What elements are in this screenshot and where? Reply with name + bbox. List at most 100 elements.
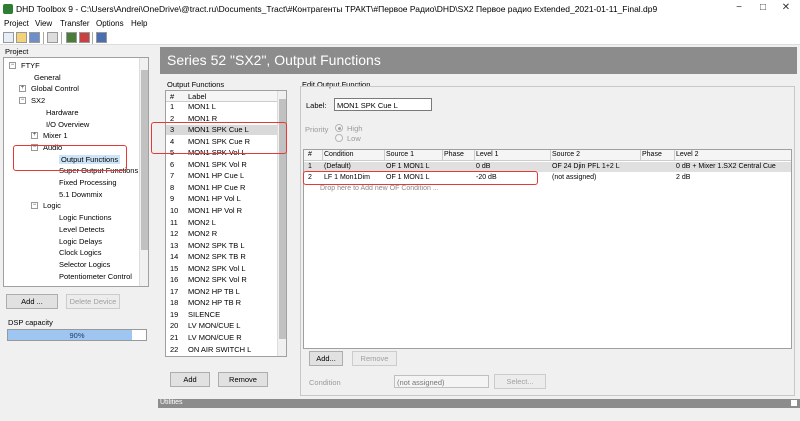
page-header: Series 52 "SX2", Output Functions bbox=[160, 47, 797, 74]
drop-hint[interactable]: Drop here to Add new OF Condition ... bbox=[320, 185, 439, 192]
highlight-output-functions bbox=[13, 145, 127, 171]
column-header[interactable]: Condition bbox=[324, 151, 354, 158]
column-header[interactable]: Phase bbox=[642, 151, 662, 158]
dsp-capacity-title: DSP capacity bbox=[8, 318, 53, 327]
column-header[interactable]: Level 1 bbox=[476, 151, 499, 158]
priority-low-label: Low bbox=[347, 134, 361, 143]
list-item[interactable]: 12 MON2 R bbox=[166, 229, 277, 239]
tree-item[interactable]: Selector Logics bbox=[59, 260, 110, 269]
print-icon[interactable] bbox=[47, 32, 58, 43]
tree-item[interactable]: Clock Logics bbox=[59, 248, 102, 257]
tree-item[interactable]: SX2 bbox=[31, 96, 45, 105]
column-header[interactable]: # bbox=[308, 151, 312, 158]
utilities-toggle-icon[interactable] bbox=[791, 400, 797, 406]
list-item[interactable]: 7 MON1 HP Cue L bbox=[166, 171, 277, 181]
minimize-icon[interactable]: − bbox=[733, 2, 745, 16]
label-input[interactable]: MON1 SPK Cue L bbox=[334, 98, 432, 111]
list-item[interactable]: 15 MON2 SPK Vol L bbox=[166, 264, 277, 274]
column-divider bbox=[322, 150, 323, 161]
tree-expander-icon[interactable]: + bbox=[31, 132, 38, 140]
info-icon[interactable] bbox=[96, 32, 107, 43]
list-item-label: MON2 L bbox=[188, 217, 216, 227]
delete-device-button[interactable]: Delete Device bbox=[66, 294, 120, 309]
tree-item[interactable]: Logic Functions bbox=[59, 213, 112, 222]
list-item[interactable]: 17 MON2 HP TB L bbox=[166, 287, 277, 297]
list-item[interactable]: 13 MON2 SPK TB L bbox=[166, 241, 277, 251]
tree-item[interactable]: Logic bbox=[43, 201, 61, 210]
save-icon[interactable] bbox=[29, 32, 40, 43]
list-item[interactable]: 16 MON2 SPK Vol R bbox=[166, 275, 277, 285]
list-item[interactable]: 8 MON1 HP Cue R bbox=[166, 183, 277, 193]
list-item[interactable]: 1 MON1 L bbox=[166, 102, 277, 112]
add-device-button[interactable]: Add ... bbox=[6, 294, 58, 309]
transfer-icon[interactable] bbox=[66, 32, 77, 43]
list-item-number: 9 bbox=[170, 194, 175, 204]
list-item-label: MON2 SPK Vol R bbox=[188, 275, 247, 285]
column-header[interactable]: Phase bbox=[444, 151, 464, 158]
title-bar: DHD Toolbox 9 - C:\Users\Andrei\OneDrive… bbox=[0, 0, 800, 18]
tree-item[interactable]: Level Detects bbox=[59, 225, 104, 234]
page-title: Series 52 "SX2", Output Functions bbox=[167, 52, 381, 68]
project-title: Project bbox=[5, 47, 29, 56]
priority-high-radio[interactable] bbox=[335, 124, 343, 132]
remove-condition-button[interactable]: Remove bbox=[352, 351, 397, 366]
menu-project[interactable]: Project bbox=[4, 19, 29, 28]
stop-icon[interactable] bbox=[79, 32, 90, 43]
column-header[interactable]: Level 2 bbox=[676, 151, 699, 158]
list-item-label: MON2 HP TB L bbox=[188, 286, 240, 296]
tree-scrollbar[interactable] bbox=[139, 58, 148, 286]
list-item[interactable]: 10 MON1 HP Vol R bbox=[166, 206, 277, 216]
remove-output-function-button[interactable]: Remove bbox=[218, 372, 268, 387]
tree-item[interactable]: Mixer 1 bbox=[43, 131, 68, 140]
tree-item[interactable]: Potentiometer Control bbox=[59, 272, 132, 281]
list-item[interactable]: 14 MON2 SPK TB R bbox=[166, 252, 277, 262]
list-item[interactable]: 9 MON1 HP Vol L bbox=[166, 194, 277, 204]
tree-expander-icon[interactable]: − bbox=[19, 97, 26, 105]
list-item[interactable]: 11 MON2 L bbox=[166, 218, 277, 228]
list-item-label: LV MON/CUE R bbox=[188, 333, 242, 342]
menu-help[interactable]: Help bbox=[131, 19, 147, 28]
tree-item[interactable]: I/O Overview bbox=[46, 120, 89, 129]
tree-scroll-thumb[interactable] bbox=[141, 70, 148, 250]
list-item[interactable]: 18 MON2 HP TB R bbox=[166, 298, 277, 308]
tree-item[interactable]: Fixed Processing bbox=[59, 178, 117, 187]
column-divider bbox=[474, 150, 475, 161]
add-output-function-button[interactable]: Add bbox=[170, 372, 210, 387]
app-icon bbox=[3, 4, 13, 14]
tree-item[interactable]: Hardware bbox=[46, 108, 79, 117]
select-condition-button[interactable]: Select... bbox=[494, 374, 546, 389]
add-condition-button[interactable]: Add... bbox=[309, 351, 343, 366]
utilities-bar[interactable]: Utilities bbox=[158, 399, 800, 408]
maximize-icon[interactable]: □ bbox=[757, 2, 769, 16]
list-item[interactable]: 21 LV MON/CUE R bbox=[166, 333, 277, 343]
open-folder-icon[interactable] bbox=[16, 32, 27, 43]
column-divider bbox=[640, 150, 641, 161]
close-icon[interactable]: ✕ bbox=[780, 2, 792, 16]
list-item-number: 16 bbox=[170, 275, 179, 285]
list-item[interactable]: 6 MON1 SPK Vol R bbox=[166, 160, 277, 170]
menu-options[interactable]: Options bbox=[96, 19, 124, 28]
tree-expander-icon[interactable]: − bbox=[9, 62, 16, 69]
tree-expander-icon[interactable]: + bbox=[19, 85, 26, 93]
new-file-icon[interactable] bbox=[3, 32, 14, 43]
list-item-number: 20 bbox=[170, 321, 179, 331]
column-header[interactable]: Source 1 bbox=[386, 151, 414, 158]
list-item-label: MON2 SPK TB R bbox=[188, 252, 246, 262]
list-item[interactable]: 22 ON AIR SWITCH L bbox=[166, 345, 277, 355]
tree-container: − FTYF General + Global Control − SX2 Hardware I… bbox=[4, 58, 140, 286]
list-item[interactable]: 19 SILENCE bbox=[166, 310, 277, 320]
list-item[interactable]: 20 LV MON/CUE L bbox=[166, 321, 277, 331]
tree-item[interactable]: FTYF bbox=[21, 61, 40, 70]
tree-item[interactable]: Global Control bbox=[31, 84, 79, 93]
tree-expander-icon[interactable]: − bbox=[31, 202, 38, 210]
tree-item[interactable]: 5.1 Downmix bbox=[59, 190, 102, 199]
list-item-number: 11 bbox=[170, 217, 178, 227]
list-item-number: 6 bbox=[170, 159, 175, 169]
column-header[interactable]: Source 2 bbox=[552, 151, 580, 158]
priority-low-radio[interactable] bbox=[335, 134, 343, 142]
tree-item[interactable]: General bbox=[34, 73, 61, 82]
condition-field[interactable]: (not assigned) bbox=[394, 375, 489, 388]
menu-view[interactable]: View bbox=[35, 19, 52, 28]
tree-item[interactable]: Logic Delays bbox=[59, 237, 102, 246]
menu-transfer[interactable]: Transfer bbox=[60, 19, 90, 28]
